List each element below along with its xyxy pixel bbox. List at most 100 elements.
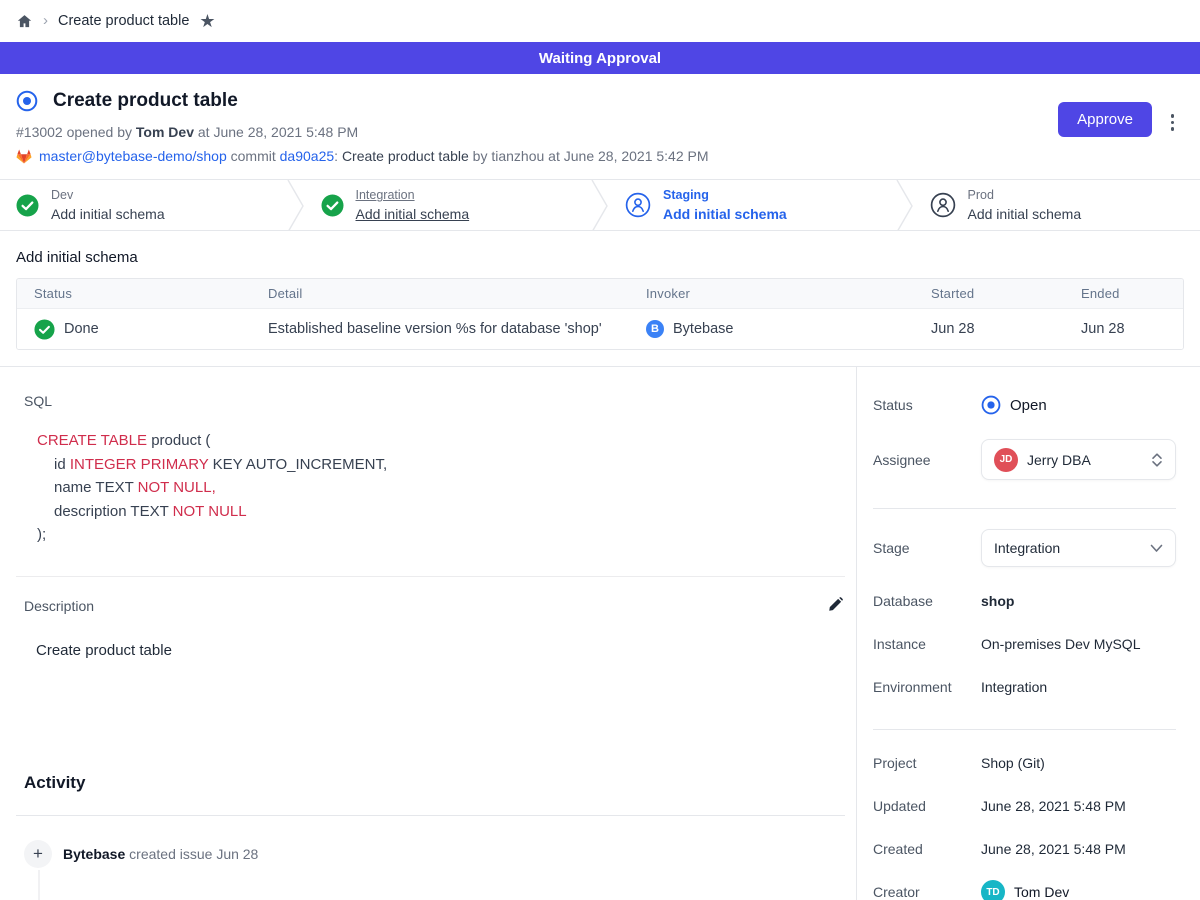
table-row: Done Established baseline version %s for… (17, 309, 1183, 349)
gitlab-icon (16, 149, 32, 164)
description-body: Create product table (24, 642, 845, 659)
list-item: + Bytebase created issue Jun 28 (24, 840, 845, 868)
person-circle-icon (625, 192, 651, 218)
activity-timeline: + Bytebase created issue Jun 28 (24, 840, 845, 868)
chevron-down-icon (1150, 544, 1163, 553)
status-row: Status Open (873, 395, 1176, 415)
environment-row: Environment Integration (873, 679, 1176, 695)
task-section: Add initial schema Status Detail Invoker… (0, 231, 1200, 366)
branch-repo-link[interactable]: master@bytebase-demo/shop (39, 148, 227, 164)
sql-code-block: CREATE TABLE product ( id INTEGER PRIMAR… (24, 429, 845, 547)
commit-line: master@bytebase-demo/shop commit da90a25… (16, 148, 1184, 164)
issue-content: SQL CREATE TABLE product ( id INTEGER PR… (0, 367, 856, 900)
divider (873, 729, 1176, 730)
sql-line: description TEXT NOT NULL (37, 500, 845, 524)
kebab-menu-icon[interactable] (1167, 110, 1179, 135)
updated-value: June 28, 2021 5:48 PM (981, 798, 1126, 814)
stage-dev[interactable]: Dev Add initial schema (0, 180, 287, 230)
sql-line: CREATE TABLE product ( (37, 429, 845, 453)
instance-row: Instance On-premises Dev MySQL (873, 636, 1176, 652)
approve-button[interactable]: Approve (1058, 102, 1152, 137)
activity-title: Activity (24, 773, 845, 793)
sql-line: id INTEGER PRIMARY KEY AUTO_INCREMENT, (37, 453, 845, 477)
created-value: June 28, 2021 5:48 PM (981, 841, 1126, 857)
activity-divider (16, 815, 845, 816)
description-label: Description (24, 598, 94, 614)
task-detail-cell: Established baseline version %s for data… (251, 321, 629, 337)
instance-value: On-premises Dev MySQL (981, 636, 1140, 652)
issue-title: Create product table (53, 90, 238, 112)
updated-label: Updated (873, 798, 981, 814)
description-section: Description Create product table (16, 576, 845, 659)
creator-label: Creator (873, 884, 981, 900)
stage-staging[interactable]: Staging Add initial schema (609, 180, 896, 230)
sql-label: SQL (24, 393, 845, 409)
issue-header: Create product table #13002 opened by To… (0, 74, 1200, 179)
plus-icon: + (24, 840, 52, 868)
commit-message: Create product table (342, 148, 469, 164)
database-label: Database (873, 593, 981, 609)
stage-value: Integration (994, 540, 1060, 556)
stage-separator (287, 180, 305, 232)
issue-meta: #13002 opened by Tom Dev at June 28, 202… (16, 124, 1184, 140)
assignee-label: Assignee (873, 452, 981, 468)
divider (873, 508, 1176, 509)
assignee-avatar: JD (994, 448, 1018, 472)
task-section-title: Add initial schema (16, 249, 1184, 266)
updated-row: Updated June 28, 2021 5:48 PM (873, 798, 1176, 814)
issue-open-icon (16, 90, 38, 112)
instance-label: Instance (873, 636, 981, 652)
status-label: Status (873, 397, 981, 413)
star-icon[interactable]: ★ (199, 12, 215, 30)
assignee-select[interactable]: JD Jerry DBA (981, 439, 1176, 480)
project-row: Project Shop (Git) (873, 755, 1176, 771)
bytebase-avatar: B (646, 320, 664, 338)
stage-separator (591, 180, 609, 232)
stage-prod[interactable]: Prod Add initial schema (914, 180, 1200, 230)
chevron-right-icon: › (43, 12, 48, 29)
stage-integration[interactable]: Integration Add initial schema (305, 180, 592, 230)
database-value: shop (981, 593, 1014, 609)
commit-hash-link[interactable]: da90a25 (280, 148, 335, 164)
check-circle-icon (16, 194, 39, 217)
pipeline-stages: Dev Add initial schema Integration Add i… (0, 179, 1200, 231)
person-circle-icon (930, 192, 956, 218)
issue-author: Tom Dev (136, 124, 194, 140)
created-label: Created (873, 841, 981, 857)
environment-label: Environment (873, 679, 981, 695)
main-area: SQL CREATE TABLE product ( id INTEGER PR… (0, 366, 1200, 900)
breadcrumb-page-title: Create product table (58, 13, 189, 29)
created-row: Created June 28, 2021 5:48 PM (873, 841, 1176, 857)
project-value: Shop (Git) (981, 755, 1045, 771)
home-icon[interactable] (16, 13, 33, 30)
project-label: Project (873, 755, 981, 771)
stage-row: Stage Integration (873, 529, 1176, 567)
issue-id: #13002 (16, 124, 63, 140)
task-started-cell: Jun 28 (914, 321, 1064, 337)
task-ended-cell: Jun 28 (1064, 321, 1183, 337)
check-circle-icon (321, 194, 344, 217)
assignee-row: Assignee JD Jerry DBA (873, 439, 1176, 480)
issue-sidebar: Status Open Assignee JD Jerry DBA Stage (856, 367, 1200, 900)
task-table-header: Status Detail Invoker Started Ended (17, 279, 1183, 309)
stage-select[interactable]: Integration (981, 529, 1176, 567)
stage-label: Stage (873, 540, 981, 556)
open-status-icon (981, 395, 1001, 415)
approval-banner-text: Waiting Approval (539, 50, 661, 67)
database-row: Database shop (873, 593, 1176, 609)
creator-avatar: TD (981, 880, 1005, 900)
task-invoker-cell: B Bytebase (629, 320, 914, 338)
edit-pencil-icon[interactable] (825, 595, 845, 618)
environment-value: Integration (981, 679, 1047, 695)
status-value: Open (981, 395, 1047, 415)
breadcrumb: › Create product table ★ (0, 0, 1200, 42)
assignee-value: Jerry DBA (1027, 452, 1091, 468)
sql-line: name TEXT NOT NULL, (37, 476, 845, 500)
task-status-cell: Done (17, 319, 251, 340)
creator-row: Creator TD Tom Dev (873, 880, 1176, 900)
stage-separator (896, 180, 914, 232)
sql-line: ); (37, 523, 845, 547)
task-table: Status Detail Invoker Started Ended Done… (16, 278, 1184, 350)
approval-banner: Waiting Approval (0, 42, 1200, 74)
creator-value: TD Tom Dev (981, 880, 1069, 900)
